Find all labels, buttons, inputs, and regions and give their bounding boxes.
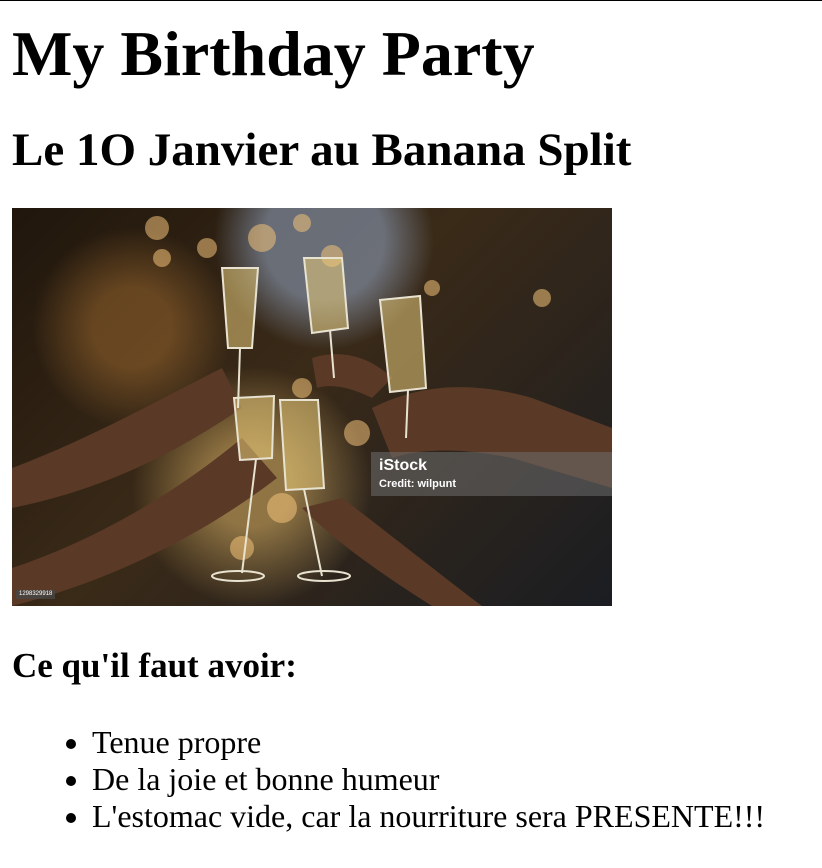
istock-watermark: iStock Credit: wilpunt <box>371 452 612 496</box>
watermark-brand: iStock <box>379 457 428 474</box>
event-subtitle: Le 1O Janvier au Banana Split <box>12 124 632 176</box>
watermark-credit: Credit: wilpunt <box>379 478 456 490</box>
page-title: My Birthday Party <box>12 18 535 89</box>
page-content: My Birthday Party Le 1O Janvier au Banan… <box>0 0 822 835</box>
party-photo: iStock Credit: wilpunt 1298329918 <box>12 208 612 606</box>
list-item: Tenue propre <box>92 724 822 761</box>
requirements-list: Tenue propre De la joie et bonne humeur … <box>12 724 822 835</box>
photo-id-label: 1298329918 <box>16 590 56 599</box>
list-item: De la joie et bonne humeur <box>92 761 822 798</box>
top-border <box>0 0 822 1</box>
list-item: L'estomac vide, car la nourriture sera P… <box>92 798 822 835</box>
requirements-heading: Ce qu'il faut avoir: <box>12 646 297 685</box>
toast-illustration <box>12 214 612 606</box>
